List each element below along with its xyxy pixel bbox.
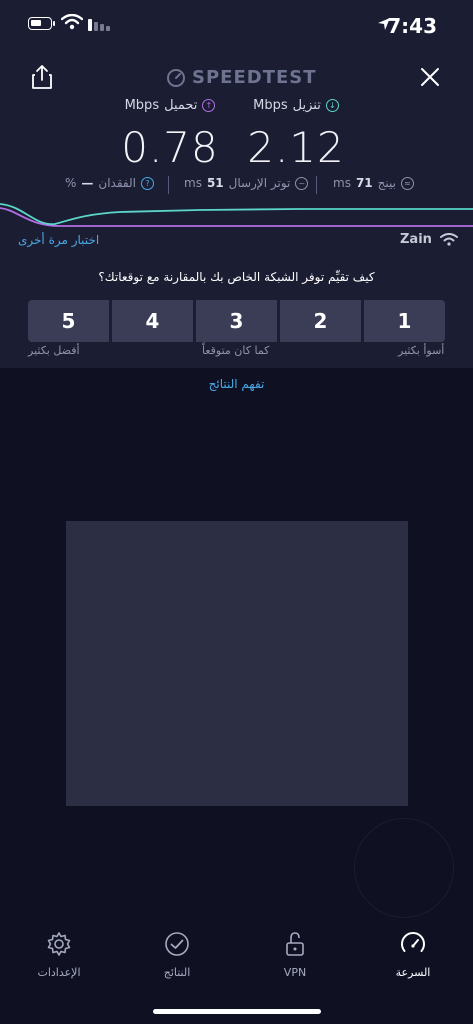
upload-unit: Mbps (124, 98, 160, 113)
stats-divider (316, 176, 317, 194)
checkmark-circle-icon (165, 932, 189, 956)
upload-label-text: تحميل (164, 98, 198, 113)
jitter-unit: ms (184, 176, 202, 190)
download-label-text: تنزيل (292, 98, 321, 113)
jitter-stat: ms 51 توتر الإرسال ~ (184, 176, 309, 190)
home-indicator[interactable] (153, 1009, 321, 1014)
tab-vpn[interactable]: VPN (250, 930, 340, 979)
close-icon[interactable] (419, 66, 441, 88)
ad-placeholder[interactable] (66, 521, 408, 806)
tab-results-label: النتائج (163, 966, 191, 979)
survey-question: كيف تقيِّم توفر الشبكة الخاص بك بالمقارن… (98, 270, 375, 284)
download-metric: Mbps تنزيل ↓ 2.12 (246, 98, 346, 172)
understand-results-link[interactable]: تفهم النتائج (0, 377, 473, 391)
ping-unit: ms (333, 176, 351, 190)
upload-value: 0.78 (121, 123, 219, 172)
download-label: Mbps تنزيل ↓ (246, 98, 346, 113)
ping-label: بينج (377, 176, 396, 190)
battery-tip (53, 21, 55, 26)
tab-settings-label: الإعدادات (37, 966, 81, 979)
go-button-ghost (354, 818, 454, 918)
upload-metric: Mbps تحميل ↑ 0.78 (120, 98, 220, 172)
speedometer-icon (401, 932, 425, 952)
gear-icon (47, 932, 71, 956)
upload-arrow-icon: ↑ (202, 99, 216, 112)
status-bar: 7:43 (0, 0, 473, 52)
battery-icon (28, 17, 52, 30)
ping-stat: ms 71 بينج ≈ (333, 176, 414, 190)
download-unit: Mbps (253, 98, 288, 113)
upload-graph-line (0, 207, 473, 227)
rating-label-best: أفضل بكثير (28, 344, 80, 357)
jitter-label: توتر الإرسال (228, 176, 291, 190)
tab-speed[interactable]: السرعة (368, 930, 458, 979)
isp-name: Zain (400, 232, 432, 247)
speed-graph (0, 203, 473, 227)
download-value: 2.12 (247, 123, 345, 172)
test-again-link[interactable]: اختبار مرة أخرى (18, 233, 99, 247)
loss-value: — (81, 176, 94, 190)
stats-row: % — الفقدان ? ms 51 توتر الإرسال ~ ms 71… (0, 174, 473, 196)
rating-option-4[interactable]: 4 (112, 300, 193, 342)
rating-label-worst: أسوأ بكثير (398, 344, 445, 357)
rating-option-5[interactable]: 5 (28, 300, 109, 342)
ping-icon: ≈ (400, 176, 414, 190)
rating-option-3[interactable]: 3 (196, 300, 277, 342)
isp-info: Zain (400, 232, 458, 247)
rating-option-2[interactable]: 2 (280, 300, 361, 342)
cellular-signal-icon (88, 17, 110, 31)
tab-vpn-label: VPN (283, 966, 307, 979)
tab-results[interactable]: النتائج (132, 930, 222, 979)
loss-unit: % (65, 176, 77, 190)
app-header: SPEEDTEST (0, 60, 473, 94)
download-graph-line (0, 203, 473, 225)
wifi-icon (61, 14, 83, 30)
unlock-icon (286, 932, 304, 956)
ping-value: 71 (355, 176, 373, 190)
gauge-logo-icon (167, 68, 185, 87)
jitter-icon: ~ (295, 176, 309, 190)
logo-text: SPEEDTEST (192, 67, 317, 88)
wifi-icon (439, 233, 458, 246)
status-time: 7:43 (387, 14, 437, 38)
bottom-tab-bar: الإعدادات النتائج VPN السرعة (0, 930, 473, 990)
share-icon[interactable] (30, 64, 54, 90)
download-arrow-icon: ↓ (325, 99, 339, 112)
tab-speed-label: السرعة (395, 966, 431, 979)
jitter-value: 51 (206, 176, 224, 190)
help-icon[interactable]: ? (140, 176, 154, 190)
upload-label: Mbps تحميل ↑ (120, 98, 220, 113)
rating-option-1[interactable]: 1 (364, 300, 445, 342)
tab-settings[interactable]: الإعدادات (14, 930, 104, 979)
rating-label-mid: كما كان متوقعاً (202, 344, 270, 357)
rating-scale: 5 4 3 2 1 (28, 300, 445, 342)
speedtest-logo: SPEEDTEST (166, 67, 317, 88)
loss-stat: % — الفقدان ? (65, 176, 154, 190)
loss-label: الفقدان (98, 176, 136, 190)
stats-divider (168, 176, 169, 194)
